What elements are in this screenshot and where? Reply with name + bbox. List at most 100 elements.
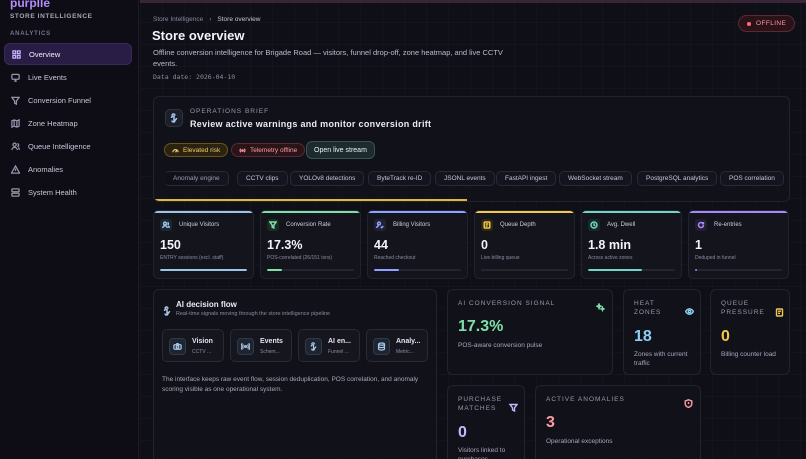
queue-pressure-card: QUEUE PRESSURE 0 Billing counter load (710, 289, 790, 375)
tag-pos-correlation: POS correlation (720, 171, 784, 186)
database-icon (373, 338, 390, 355)
chevron-right-icon: › (209, 16, 212, 23)
sparkle-icon (595, 299, 606, 313)
panel-label: AI CONVERSION SIGNAL (458, 300, 556, 307)
flow-note: The interface keeps raw event flow, sess… (162, 376, 419, 393)
active-anomalies-card: ACTIVE ANOMALIES 3 Operational exception… (535, 385, 701, 459)
kpi-subtext: POS-correlated (26/151 txns) (267, 255, 333, 261)
kpi-value: 44 (374, 238, 388, 252)
sidebar-item-system-health[interactable]: System Health (4, 181, 132, 203)
flow-stage-ai-engine[interactable]: AI en... Funnel ... (298, 329, 360, 362)
kpi-accent (689, 211, 788, 213)
kpi-subtext: Reached checkout (374, 255, 416, 261)
eye-icon[interactable] (684, 303, 695, 315)
page-title: Store overview (152, 28, 245, 43)
kpi-progress-fill (588, 269, 642, 271)
elevated-risk-chip: Elevated risk (164, 143, 229, 157)
stage-name: Vision (192, 338, 213, 345)
ops-eyebrow: OPERATIONS BRIEF (190, 108, 270, 115)
ai-decision-flow-card: AI decision flow Real-time signals movin… (153, 289, 437, 459)
sidebar-item-label: Overview (29, 49, 61, 59)
tag-cctv-clips: CCTV clips (237, 171, 288, 186)
kpi-value: 17.3% (267, 238, 303, 252)
tag-bytetrack-reid: ByteTrack re-ID (368, 171, 432, 186)
sidebar-item-queue-intelligence[interactable]: Queue Intelligence (4, 135, 132, 157)
kpi-progress-track (374, 269, 461, 271)
kpi-subtext: ENTRY sessions (excl. staff) (160, 255, 224, 261)
operations-brief-card: OPERATIONS BRIEF Review active warnings … (153, 96, 790, 202)
subtext-line: traffic (634, 360, 650, 367)
kpi-subtext: Deduped in funnel (695, 255, 736, 261)
breadcrumb-current: Store overview (217, 16, 261, 23)
stage-name: Events (260, 338, 283, 345)
sidebar-item-label: Zone Heatmap (28, 118, 78, 128)
warning-icon (10, 164, 20, 174)
kpi-label: Queue Depth (500, 222, 536, 228)
stage-name: Analy... (396, 338, 421, 345)
stage-meta: Schem... (260, 349, 280, 355)
brain-icon (165, 109, 183, 127)
panel-subtext: Operational exceptions (546, 438, 613, 445)
panel-subtext: Visitors linked topurchases (458, 446, 505, 459)
panel-label: QUEUE PRESSURE (721, 299, 765, 317)
kpi-subtext: Across active zones (588, 255, 633, 261)
receipt-icon (481, 219, 493, 231)
sidebar-item-overview[interactable]: Overview (4, 43, 132, 65)
kpi-unique-visitors: Unique Visitors 150 ENTRY sessions (excl… (153, 210, 254, 279)
kpi-accent (475, 211, 574, 213)
tag-yolov8-detections: YOLOv8 detections (290, 171, 365, 186)
chip-label: Elevated risk (183, 146, 221, 154)
sidebar-item-zone-heatmap[interactable]: Zone Heatmap (4, 112, 132, 134)
clock-icon (588, 219, 600, 231)
label-line: QUEUE (721, 300, 750, 307)
nav-section-heading: ANALYTICS (10, 31, 51, 37)
sidebar: purplle STORE INTELLIGENCE ANALYTICS Ove… (0, 0, 139, 459)
panel-subtext: Zones with current traffic (634, 350, 687, 368)
stage-meta: Metric... (396, 349, 414, 355)
sidebar-item-label: Conversion Funnel (28, 95, 91, 105)
flow-stage-vision[interactable]: Vision CCTV ... (162, 329, 224, 362)
ops-title: Review active warnings and monitor conve… (190, 119, 432, 129)
kpi-billing-visitors: Billing Visitors 44 Reached checkout (367, 210, 468, 279)
brand-logo[interactable]: purplle (10, 0, 50, 10)
status-badge-label: OFFLINE (756, 20, 787, 27)
kpi-progress-track (695, 269, 782, 271)
panel-subtext: POS-aware conversion pulse (458, 342, 543, 349)
kpi-label: Avg. Dwell (607, 222, 636, 228)
funnel-icon (10, 95, 20, 105)
label-line: HEAT (634, 300, 655, 307)
kpi-queue-depth: Queue Depth 0 Live billing queue (474, 210, 575, 279)
gauge-icon (172, 148, 179, 153)
shield-alert-icon (684, 395, 693, 409)
tag-postgresql-analytics: PostgreSQL analytics (637, 171, 718, 186)
label-line: MATCHES (458, 405, 497, 412)
main-content: Store Intelligence › Store overview Store … (140, 0, 806, 459)
sidebar-item-label: Queue Intelligence (28, 141, 91, 151)
users-icon (160, 219, 172, 231)
server-icon (10, 187, 20, 197)
flow-stage-events[interactable]: Events Schem... (230, 329, 292, 362)
kpi-progress-fill (695, 269, 697, 271)
stage-meta: CCTV ... (192, 349, 212, 355)
funnel-icon[interactable] (508, 399, 519, 413)
top-accent-line (140, 0, 806, 3)
sidebar-item-conversion-funnel[interactable]: Conversion Funnel (4, 89, 132, 111)
open-live-stream-button[interactable]: Open live stream (306, 141, 375, 159)
broadcast-icon (237, 338, 254, 355)
sidebar-item-label: Anomalies (28, 164, 64, 174)
kpi-accent (582, 211, 681, 213)
page-description: Offline conversion intelligence for Brig… (153, 48, 503, 68)
chip-label: Telemetry offline (250, 146, 298, 154)
sidebar-item-live-events[interactable]: Live Events (4, 66, 132, 88)
label-line: PRESSURE (721, 309, 765, 316)
sidebar-item-anomalies[interactable]: Anomalies (4, 158, 132, 180)
breadcrumb-link[interactable]: Store Intelligence (153, 16, 203, 23)
tag-fastapi-ingest: FastAPI ingest (496, 171, 557, 186)
label-line: ZONES (634, 309, 662, 316)
kpi-progress-track (588, 269, 675, 271)
kpi-progress-track (481, 269, 568, 271)
flow-stage-analytics[interactable]: Analy... Metric... (366, 329, 428, 362)
grid-icon (11, 49, 21, 59)
kpi-conversion-rate: Conversion Rate 17.3% POS-correlated (26… (260, 210, 361, 279)
kpi-accent (368, 211, 467, 213)
